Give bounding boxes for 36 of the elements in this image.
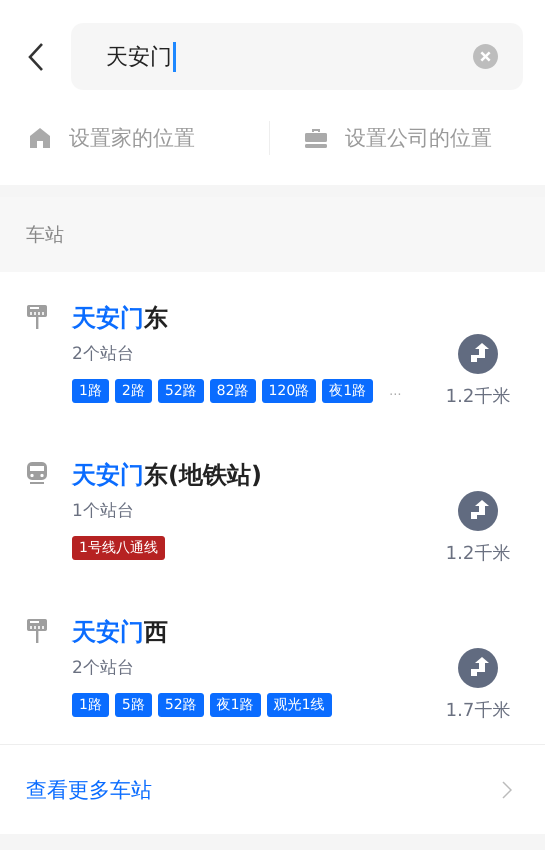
station-name: 天安门西 [72, 617, 169, 648]
station-item[interactable]: 天安门东 2个站台 1路 2路 52路 82路 120路 夜1路 ... 1.2千米 [0, 302, 545, 459]
platform-count: 2个站台 [72, 343, 135, 365]
route-tag: 1路 [72, 693, 109, 717]
route-tag: 夜1路 [210, 693, 261, 717]
route-tag: 82路 [210, 379, 256, 403]
station-name: 天安门东(地铁站) [72, 460, 263, 491]
train-icon [26, 461, 48, 485]
route-tag: 120路 [262, 379, 316, 403]
route-tag: 夜1路 [322, 379, 374, 403]
route-icon[interactable] [458, 648, 498, 688]
route-tag: 1号线八通线 [72, 536, 165, 560]
section-header: 车站 [0, 197, 545, 272]
platform-count: 2个站台 [72, 657, 135, 679]
station-item[interactable]: 天安门东(地铁站) 1个站台 1号线八通线 1.2千米 [0, 459, 545, 616]
house-icon [28, 126, 52, 150]
chevron-right-icon [502, 780, 512, 798]
route-tag: 2路 [114, 379, 152, 403]
platform-count: 1个站台 [72, 500, 135, 522]
more-routes-ellipsis: ... [389, 384, 402, 398]
bus-stop-icon [26, 304, 48, 330]
distance-text: 1.2千米 [446, 542, 510, 565]
route-tag: 52路 [158, 693, 204, 717]
bus-stop-icon [26, 618, 48, 644]
route-tag: 1路 [72, 379, 109, 403]
route-tag: 观光1线 [266, 693, 332, 717]
station-name: 天安门东 [72, 303, 169, 334]
route-tag: 5路 [114, 693, 152, 717]
route-icon[interactable] [458, 491, 498, 531]
search-text: 天安门 [106, 44, 172, 72]
search-field[interactable]: 天安门 [71, 23, 523, 90]
route-icon[interactable] [458, 334, 498, 374]
distance-text: 1.2千米 [446, 385, 510, 408]
distance-text: 1.7千米 [446, 699, 510, 722]
text-cursor [173, 42, 176, 72]
route-tag: 52路 [158, 379, 204, 403]
